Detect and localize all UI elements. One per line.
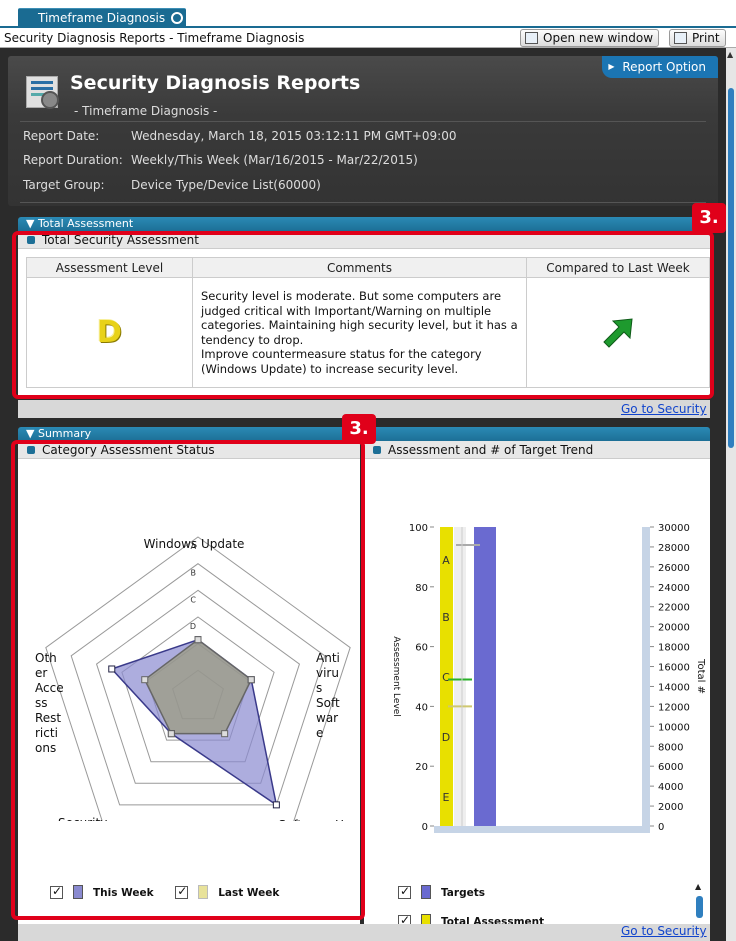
report-date-label: Report Date: — [23, 129, 100, 143]
go-to-security-link-2[interactable]: Go to Security — [621, 924, 707, 938]
report-duration-label: Report Duration: — [23, 153, 123, 167]
target-group-value: Device Type/Device List(60000) — [131, 178, 321, 192]
grade-band-label: B — [442, 611, 450, 624]
y2-tick-label: 14000 — [658, 682, 690, 693]
target-group-label: Target Group: — [23, 178, 105, 192]
callout-badge-radar: 3. — [342, 414, 376, 444]
report-option-button[interactable]: Report Option — [602, 56, 718, 78]
report-content: Security Diagnosis Reports - Timeframe D… — [0, 48, 726, 941]
grade-band-label: A — [442, 554, 450, 567]
divider — [20, 202, 706, 203]
target-group-row: Target Group: Device Type/Device List(600… — [23, 178, 321, 192]
print-label: Print — [692, 31, 720, 45]
y-tick-label: 100 — [409, 523, 428, 534]
window-titlebar: Security Diagnosis Reports - Timeframe D… — [0, 26, 736, 48]
y2-tick-label: 12000 — [658, 702, 690, 713]
x-axis-strip — [434, 826, 650, 833]
page-subtitle: - Timeframe Diagnosis - — [74, 104, 218, 118]
report-duration-value: Weekly/This Week (Mar/16/2015 - Mar/22/2… — [131, 153, 418, 167]
y2-tick-label: 24000 — [658, 583, 690, 594]
y2-tick-label: 10000 — [658, 722, 690, 733]
report-duration-row: Report Duration: Weekly/This Week (Mar/16… — [23, 153, 418, 167]
report-header: Security Diagnosis Reports - Timeframe D… — [8, 56, 718, 206]
y2-tick-label: 16000 — [658, 663, 690, 674]
grade-band-label: E — [443, 791, 450, 804]
page-scroll-thumb[interactable] — [728, 88, 734, 448]
y-tick-label: 80 — [415, 583, 428, 594]
y-tick-label: 20 — [415, 762, 428, 773]
y-tick-label: 40 — [415, 702, 428, 713]
page-title: Security Diagnosis Reports — [70, 72, 361, 94]
divider — [20, 121, 706, 122]
report-date-value: Wednesday, March 18, 2015 03:12:11 PM GM… — [131, 129, 457, 143]
tab-timeframe-diagnosis[interactable]: Timeframe Diagnosis — [18, 8, 186, 27]
grade-band-label: C — [442, 671, 450, 684]
open-new-window-label: Open new window — [543, 31, 654, 45]
summary-footer — [18, 924, 710, 941]
trend-title: Assessment and # of Target Trend — [364, 441, 710, 459]
y2-tick-label: 0 — [658, 822, 664, 833]
y2-tick-label: 18000 — [658, 643, 690, 654]
targets-swatch — [421, 885, 431, 899]
legend-scroll-thumb[interactable] — [696, 896, 703, 918]
go-to-security-link[interactable]: Go to Security — [621, 402, 707, 416]
scroll-up-icon[interactable]: ▲ — [727, 50, 733, 59]
y2-tick-label: 28000 — [658, 543, 690, 554]
y2-tick-label: 4000 — [658, 782, 683, 793]
bar-gap — [454, 527, 466, 826]
report-icon — [26, 76, 59, 109]
grade-band-label: D — [442, 731, 450, 744]
page-scrollbar[interactable]: ▲ — [726, 48, 736, 941]
y2-tick-label: 2000 — [658, 802, 683, 813]
total-assessment-section-header[interactable]: ▼ Total Assessment — [18, 217, 710, 231]
y2-tick-label: 6000 — [658, 762, 683, 773]
y2-axis-label: Total # — [695, 658, 706, 694]
bar-targets — [474, 527, 496, 826]
y2-tick-label: 30000 — [658, 523, 690, 534]
trend-panel: Assessment and # of Target Trend 0 20 40 60… — [364, 441, 710, 928]
report-date-row: Report Date: Wednesday, March 18, 2015 03… — [23, 129, 456, 143]
callout-box-total — [12, 231, 714, 399]
targets-checkbox[interactable] — [398, 884, 411, 899]
scroll-up-icon[interactable]: ▲ — [695, 882, 701, 891]
targets-legend-label: Targets — [441, 887, 485, 899]
y2-tick-label: 20000 — [658, 623, 690, 634]
refresh-icon[interactable] — [170, 12, 183, 24]
y2-tick-label: 8000 — [658, 742, 683, 753]
y2-axis-strip — [642, 527, 650, 826]
y-tick-label: 0 — [422, 822, 428, 833]
trend-chart: 0 20 40 60 80 100 0 2000 4000 6000 8000 10000 12000 1… — [391, 523, 706, 833]
new-window-icon — [525, 32, 538, 44]
window-title: Security Diagnosis Reports - Timeframe D… — [4, 31, 305, 45]
callout-badge-total: 3. — [692, 203, 726, 233]
trend-legend-item-targets: Targets — [398, 884, 485, 899]
print-button[interactable]: Print — [669, 29, 726, 47]
open-new-window-button[interactable]: Open new window — [520, 29, 660, 47]
y2-tick-label: 22000 — [658, 603, 690, 614]
callout-box-radar — [11, 440, 365, 920]
printer-icon — [674, 32, 687, 44]
y-axis-label: Assessment Level — [391, 636, 401, 717]
y-tick-label: 60 — [415, 643, 428, 654]
tab-label: Timeframe Diagnosis — [38, 11, 166, 25]
y2-tick-label: 26000 — [658, 563, 690, 574]
